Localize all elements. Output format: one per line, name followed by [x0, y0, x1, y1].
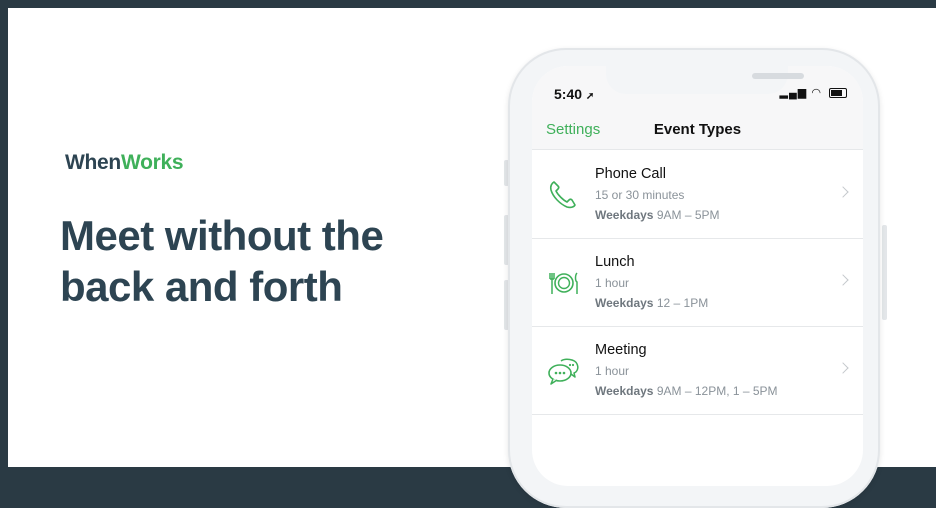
event-row-phone-call[interactable]: Phone Call 15 or 30 minutes Weekdays 9AM…	[532, 150, 863, 239]
battery-icon	[829, 88, 847, 99]
signal-icon: ▂▄▆	[779, 87, 808, 99]
event-title: Meeting	[595, 342, 647, 358]
headline-line-2: back and forth	[60, 263, 343, 310]
wifi-icon: ◠	[811, 87, 822, 99]
event-hours: 9AM – 5PM	[656, 208, 720, 222]
chevron-right-icon	[837, 274, 849, 286]
location-arrow-icon: ➚	[585, 91, 595, 102]
brand-logo: WhenWorks	[65, 151, 184, 175]
chat-bubbles-icon	[548, 358, 579, 385]
event-days: Weekdays	[595, 296, 654, 310]
event-duration: 1 hour	[595, 276, 630, 290]
headline-line-1: Meet without the	[60, 212, 384, 259]
event-duration: 1 hour	[595, 364, 630, 378]
plate-cutlery-icon	[549, 272, 578, 294]
event-row-meeting[interactable]: Meeting 1 hour Weekdays 9AM – 12PM, 1 – …	[532, 326, 863, 415]
event-schedule: Weekdays 9AM – 12PM, 1 – 5PM	[595, 384, 778, 398]
status-icons: ▂▄▆ ◠	[780, 86, 847, 99]
event-title: Phone Call	[595, 166, 666, 182]
event-row-lunch[interactable]: Lunch 1 hour Weekdays 12 – 1PM	[532, 238, 863, 327]
chevron-right-icon	[837, 362, 849, 374]
phone-icon	[549, 181, 576, 209]
event-hours: 12 – 1PM	[656, 296, 709, 310]
event-schedule: Weekdays 12 – 1PM	[595, 296, 708, 310]
status-time-text: 5:40	[554, 86, 583, 102]
nav-title: Event Types	[653, 121, 742, 138]
headline: Meet without the back and forth	[60, 210, 480, 312]
event-title: Lunch	[595, 254, 635, 270]
event-duration: 15 or 30 minutes	[595, 188, 685, 202]
status-time: 5:40 ➚	[554, 86, 594, 102]
brand-part-when: When	[65, 151, 121, 174]
phone-power-button	[882, 225, 887, 320]
chevron-right-icon	[837, 186, 849, 198]
event-days: Weekdays	[595, 384, 654, 398]
speaker-grille	[752, 73, 804, 79]
event-hours: 9AM – 12PM, 1 – 5PM	[656, 384, 778, 398]
phone-notch	[606, 66, 804, 94]
phone-screen: 5:40 ➚ ▂▄▆ ◠ Settings Event Types Phone …	[532, 66, 863, 486]
event-schedule: Weekdays 9AM – 5PM	[595, 208, 720, 222]
event-days: Weekdays	[595, 208, 654, 222]
brand-part-works: Works	[120, 151, 184, 174]
